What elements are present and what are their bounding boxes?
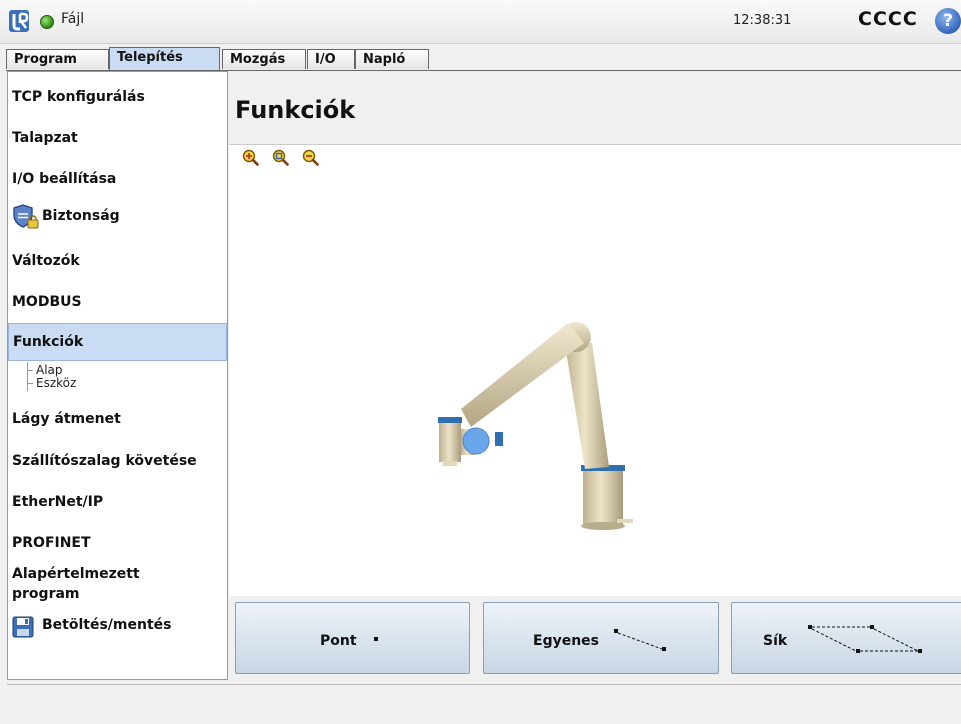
top-bar: Fájl 12:38:31 CCCC ? bbox=[0, 0, 961, 44]
sidebar-item-variables[interactable]: Változók bbox=[12, 253, 80, 269]
point-icon bbox=[374, 637, 378, 641]
clock: 12:38:31 bbox=[733, 13, 792, 28]
tab-io[interactable]: I/O bbox=[307, 49, 355, 69]
tab-log[interactable]: Napló bbox=[355, 49, 429, 69]
safety-shield-icon bbox=[13, 204, 39, 229]
button-label: Sík bbox=[763, 633, 788, 649]
feature-button-bar: Pont Egyenes Sík bbox=[229, 596, 961, 680]
sidebar-subitem-tool[interactable]: Eszköz bbox=[36, 376, 76, 390]
sidebar-item-label: program bbox=[12, 586, 80, 602]
tree-connector bbox=[27, 370, 33, 371]
add-line-button[interactable]: Egyenes bbox=[483, 602, 719, 674]
sidebar-item-modbus[interactable]: MODBUS bbox=[12, 294, 82, 310]
tab-program[interactable]: Program bbox=[6, 49, 109, 69]
add-point-button[interactable]: Pont bbox=[235, 602, 470, 674]
file-menu[interactable]: Fájl bbox=[61, 11, 84, 27]
sidebar-item-label: Betöltés/mentés bbox=[42, 617, 172, 633]
sidebar-item-features[interactable]: Funkciók bbox=[8, 323, 227, 361]
footer-divider bbox=[7, 684, 961, 685]
robot-3d-view[interactable] bbox=[229, 144, 961, 597]
button-label: Egyenes bbox=[533, 633, 600, 649]
page-title: Funkciók bbox=[235, 96, 356, 124]
add-plane-button[interactable]: Sík bbox=[731, 602, 961, 674]
sidebar-subitem-base[interactable]: Alap bbox=[36, 363, 63, 377]
button-label: Pont bbox=[320, 633, 357, 649]
help-icon[interactable]: ? bbox=[935, 8, 961, 34]
sidebar-item-tcp[interactable]: TCP konfigurálás bbox=[12, 89, 145, 105]
robot-name: CCCC bbox=[858, 8, 918, 30]
tab-move[interactable]: Mozgás bbox=[222, 49, 306, 69]
sidebar-item-mounting[interactable]: Talapzat bbox=[12, 130, 78, 146]
tree-connector bbox=[27, 383, 33, 384]
sidebar-item-label: Alapértelmezett bbox=[12, 566, 140, 582]
ur-logo-icon bbox=[9, 10, 29, 32]
sidebar: TCP konfigurálás Talapzat I/O beállítása… bbox=[7, 71, 228, 680]
sidebar-item-conveyor-tracking[interactable]: Szállítószalag követése bbox=[12, 453, 197, 469]
sidebar-item-io-setup[interactable]: I/O beállítása bbox=[12, 171, 116, 187]
tab-installation[interactable]: Telepítés bbox=[109, 47, 220, 71]
main-tabs: Program Telepítés Mozgás I/O Napló bbox=[6, 47, 961, 71]
line-icon bbox=[614, 629, 666, 651]
tree-connector bbox=[27, 362, 28, 391]
floppy-disk-icon bbox=[12, 616, 34, 638]
sidebar-item-ethernet-ip[interactable]: EtherNet/IP bbox=[12, 494, 103, 510]
status-indicator-icon bbox=[40, 15, 54, 29]
sidebar-item-profinet[interactable]: PROFINET bbox=[12, 535, 91, 551]
robot-arm-model bbox=[438, 322, 633, 530]
sidebar-item-smooth-transition[interactable]: Lágy átmenet bbox=[12, 411, 121, 427]
sidebar-item-label: Biztonság bbox=[42, 208, 120, 224]
plane-icon bbox=[808, 625, 922, 653]
